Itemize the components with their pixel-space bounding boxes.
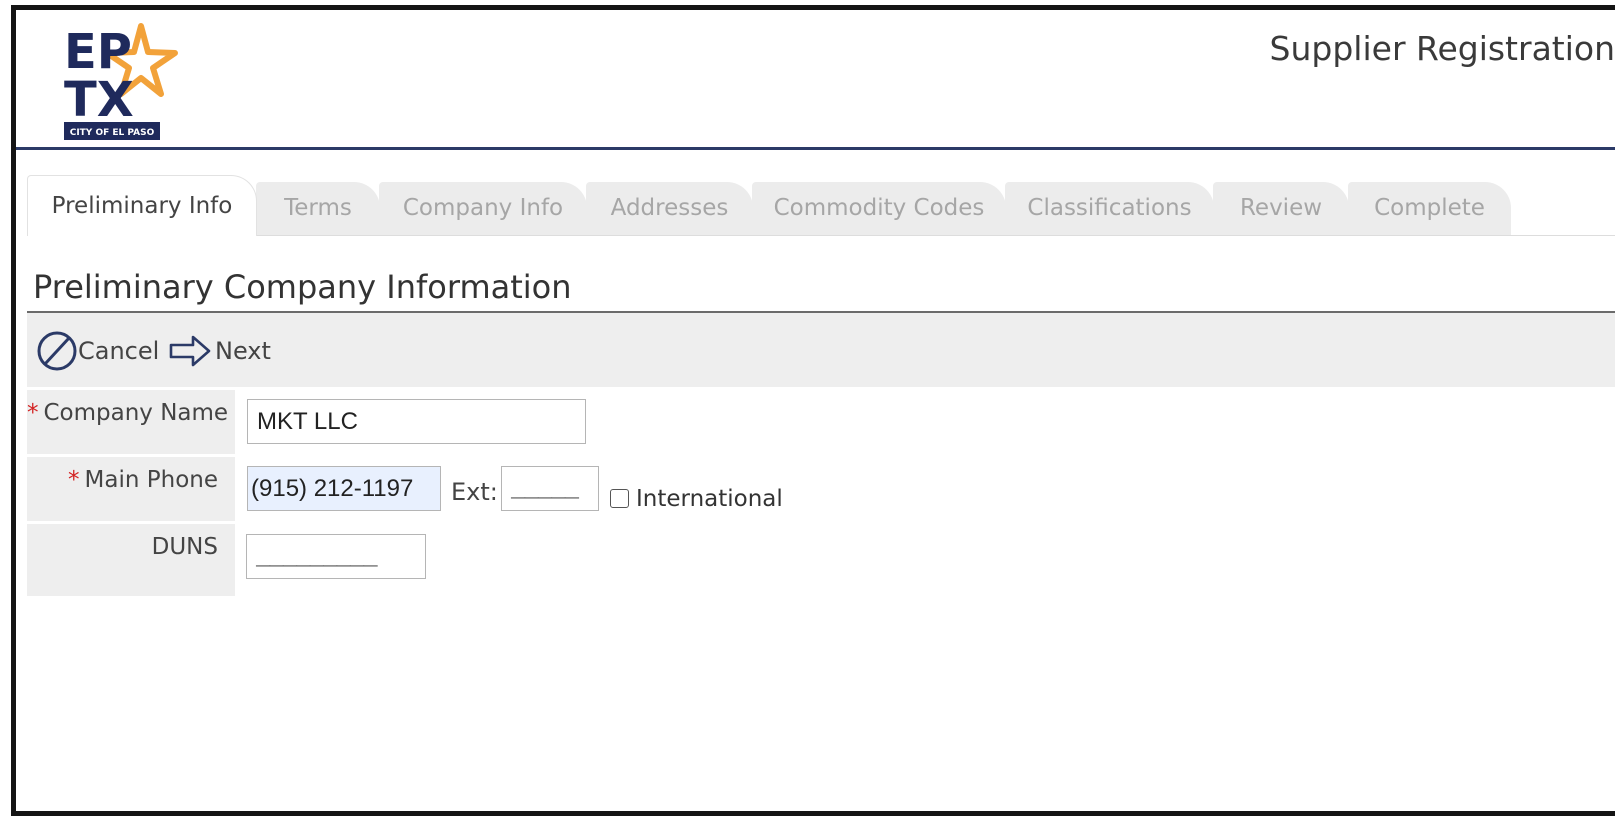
tab-review[interactable]: Review bbox=[1213, 182, 1349, 235]
main-phone-label: * Main Phone bbox=[27, 457, 235, 521]
next-label: Next bbox=[215, 337, 271, 365]
required-marker: * bbox=[68, 467, 80, 493]
action-toolbar: Cancel Next bbox=[27, 313, 1615, 387]
header: EP TX CITY OF EL PASO Supplier Registrat… bbox=[16, 10, 1615, 150]
company-name-label-text: Company Name bbox=[43, 400, 229, 426]
next-button[interactable]: Next bbox=[169, 329, 271, 373]
cancel-icon bbox=[36, 329, 78, 373]
duns-mask: _________ bbox=[256, 545, 378, 572]
page-title: Preliminary Company Information bbox=[33, 268, 572, 306]
company-name-label: * Company Name bbox=[27, 390, 235, 454]
tab-commodity-codes[interactable]: Commodity Codes bbox=[752, 182, 1006, 235]
duns-label-text: DUNS bbox=[151, 534, 218, 560]
main-phone-input[interactable]: (915) 212-1197 bbox=[247, 466, 441, 511]
international-label[interactable]: International bbox=[636, 486, 783, 512]
cancel-button[interactable]: Cancel bbox=[36, 329, 159, 373]
international-checkbox[interactable] bbox=[610, 489, 629, 508]
app-frame: EP TX CITY OF EL PASO Supplier Registrat… bbox=[11, 5, 1615, 816]
tab-complete[interactable]: Complete bbox=[1348, 182, 1511, 235]
phone-extension-input[interactable]: _____ bbox=[501, 466, 599, 511]
ext-label: Ext: bbox=[451, 478, 498, 506]
tab-terms[interactable]: Terms bbox=[256, 182, 380, 235]
duns-label: DUNS bbox=[27, 524, 235, 596]
app-title: Supplier Registration bbox=[1269, 29, 1615, 68]
tab-preliminary-info[interactable]: Preliminary Info bbox=[27, 175, 257, 236]
logo-line2: TX bbox=[64, 72, 134, 128]
ext-mask: _____ bbox=[511, 477, 579, 504]
tab-company-info[interactable]: Company Info bbox=[379, 182, 587, 235]
duns-input[interactable]: _________ bbox=[246, 534, 426, 579]
city-logo[interactable]: EP TX CITY OF EL PASO bbox=[62, 18, 182, 140]
company-name-input[interactable]: MKT LLC bbox=[247, 399, 586, 444]
tab-addresses[interactable]: Addresses bbox=[586, 182, 753, 235]
tab-classifications[interactable]: Classifications bbox=[1005, 182, 1214, 235]
logo-caption: CITY OF EL PASO bbox=[70, 128, 155, 138]
cancel-label: Cancel bbox=[78, 337, 160, 365]
required-marker: * bbox=[27, 400, 39, 426]
arrow-right-icon bbox=[169, 334, 211, 368]
wizard-tabs: Preliminary Info Terms Company Info Addr… bbox=[27, 175, 1615, 236]
main-phone-label-text: Main Phone bbox=[84, 467, 218, 493]
